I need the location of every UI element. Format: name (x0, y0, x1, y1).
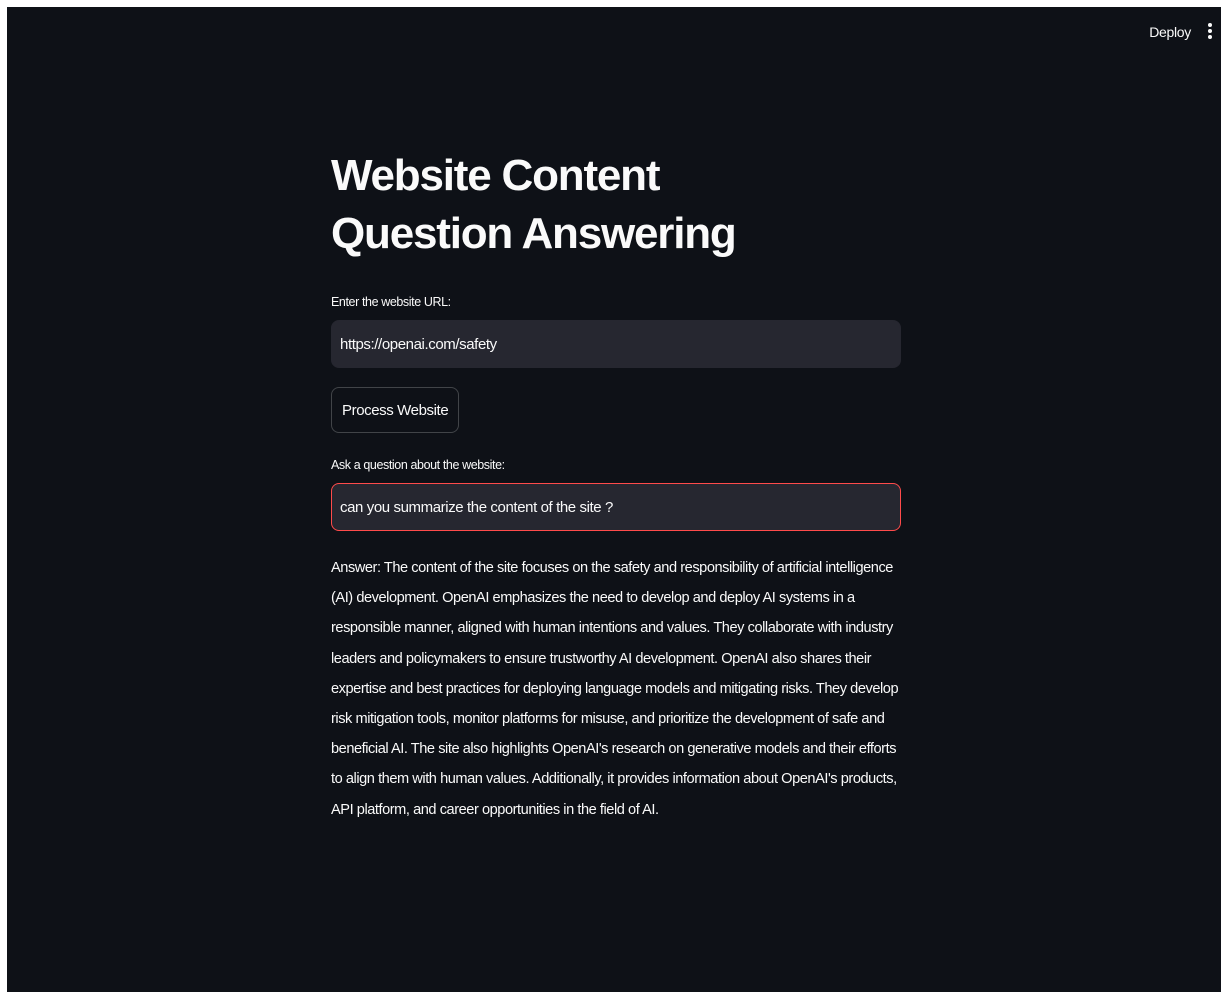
app-container: Deploy Website Content Question Answerin… (7, 7, 1221, 992)
page-title: Website Content Question Answering (331, 151, 737, 258)
deploy-button[interactable]: Deploy (1149, 24, 1191, 40)
url-field-label: Enter the website URL: (331, 295, 451, 309)
question-field-label: Ask a question about the website: (331, 458, 505, 472)
question-input[interactable] (331, 483, 901, 531)
answer-text: Answer: The content of the site focuses … (331, 560, 899, 818)
main-content: Website Content Question Answering Enter… (331, 147, 901, 825)
vertical-ellipsis-icon[interactable] (1206, 23, 1214, 43)
header-toolbar: Deploy (7, 7, 1221, 59)
process-website-button[interactable]: Process Website (331, 387, 460, 433)
url-input[interactable] (331, 320, 901, 368)
